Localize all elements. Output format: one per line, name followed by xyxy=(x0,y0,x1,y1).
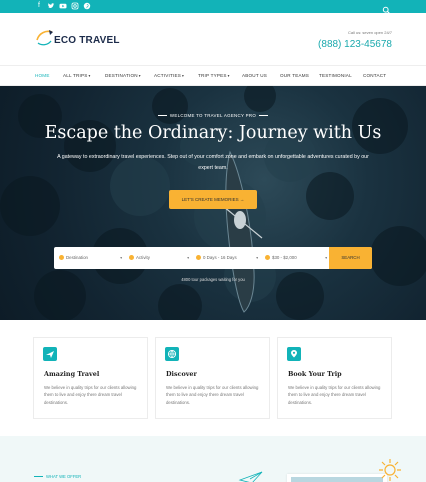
clock-icon xyxy=(196,255,201,261)
destination-select[interactable]: Destination ▾ xyxy=(59,247,122,269)
nav-label: All Trips xyxy=(63,73,88,78)
trip-search-bar: Destination ▾ Activity ▾ 0 Days - 16 Days ▾… xyxy=(54,247,372,269)
price-select[interactable]: $30 - $2,000 ▾ xyxy=(265,247,327,269)
nav-item-home[interactable]: Home xyxy=(35,73,50,78)
phone-number[interactable]: (888) 123-45678 xyxy=(318,39,392,50)
chevron-down-icon: ▾ xyxy=(120,256,122,260)
photo-frame-image xyxy=(287,474,387,482)
pinterest-icon[interactable] xyxy=(83,2,91,10)
feature-title: Discover xyxy=(166,370,197,378)
nav-label: Trip Types xyxy=(198,73,227,78)
packages-note: 4800 tour packages waiting for you xyxy=(181,277,245,282)
chevron-down-icon: ▾ xyxy=(138,74,141,78)
nav-label: Contact xyxy=(363,73,387,78)
hero-subtitle: A gateway to extraordinary travel experi… xyxy=(57,154,369,171)
hero-title: Escape the Ordinary: Journey with Us xyxy=(44,123,382,143)
price-value: $30 - $2,000 xyxy=(272,255,297,260)
divider xyxy=(259,115,269,117)
duration-select[interactable]: 0 Days - 16 Days ▾ xyxy=(196,247,258,269)
nav-item-testimonial[interactable]: Testimonial xyxy=(319,73,352,78)
section-eyebrow-text: What we offer xyxy=(46,474,82,479)
feature-description: We believe in quality trips for our clie… xyxy=(44,385,137,405)
nav-item-activities[interactable]: Activities▾ xyxy=(154,73,184,78)
offer-section: What we offer xyxy=(0,436,426,482)
section-eyebrow: What we offer xyxy=(34,474,81,479)
feature-card: Discover We believe in quality trips for… xyxy=(155,337,270,419)
nav-item-all-trips[interactable]: All Trips▾ xyxy=(63,73,91,78)
nav-label: Activities xyxy=(154,73,182,78)
nav-item-destination[interactable]: Destination▾ xyxy=(105,73,141,78)
activity-value: Activity xyxy=(136,255,150,260)
chevron-down-icon: ▾ xyxy=(182,74,185,78)
nav-label: Our Teams xyxy=(280,73,310,78)
hero-section: Welcome to Travel Agency Pro Escape the … xyxy=(0,86,426,320)
feature-title: Amazing Travel xyxy=(44,370,100,378)
hero-eyebrow: Welcome to Travel Agency Pro xyxy=(0,113,426,118)
sun-icon xyxy=(379,459,401,481)
globe-icon xyxy=(165,347,179,361)
twitter-icon[interactable] xyxy=(47,2,55,10)
logo[interactable]: ECO TRAVEL xyxy=(34,26,120,50)
facebook-icon[interactable]: f xyxy=(35,2,43,10)
social-links: f xyxy=(35,2,91,10)
call-label: Call us: seven open 24/7 xyxy=(347,30,392,35)
search-button[interactable]: Search xyxy=(329,247,372,269)
nav-item-about-us[interactable]: About Us xyxy=(242,73,267,78)
chevron-down-icon: ▾ xyxy=(227,74,230,78)
paper-plane-icon xyxy=(238,471,263,482)
nav-label: About Us xyxy=(242,73,267,78)
nav-item-our-teams[interactable]: Our Teams xyxy=(280,73,309,78)
features-section: Amazing Travel We believe in quality tri… xyxy=(0,320,426,436)
chevron-down-icon: ▾ xyxy=(325,256,327,260)
activity-icon xyxy=(129,255,134,261)
map-pin-icon xyxy=(59,255,64,261)
plane-icon xyxy=(43,347,57,361)
nav-label: Testimonial xyxy=(319,73,352,78)
search-icon[interactable] xyxy=(382,2,391,15)
feature-card: Amazing Travel We believe in quality tri… xyxy=(33,337,148,419)
create-memories-button[interactable]: Let's Create Memories → xyxy=(169,190,257,209)
site-header: ECO TRAVEL Call us: seven open 24/7 (888… xyxy=(0,13,426,65)
nav-label: Destination xyxy=(105,73,138,78)
price-icon xyxy=(265,255,270,261)
nav-item-contact[interactable]: Contact xyxy=(363,73,386,78)
hero-eyebrow-text: Welcome to Travel Agency Pro xyxy=(169,113,257,118)
top-bar: f xyxy=(0,0,426,15)
duration-value: 0 Days - 16 Days xyxy=(203,255,237,260)
divider xyxy=(157,115,167,117)
main-nav: Home All Trips▾ Destination▾ Activities▾… xyxy=(0,65,426,86)
nav-item-trip-types[interactable]: Trip Types▾ xyxy=(198,73,230,78)
instagram-icon[interactable] xyxy=(71,2,79,10)
chevron-down-icon: ▾ xyxy=(88,74,91,78)
logo-mark-icon xyxy=(36,30,53,46)
feature-description: We believe in quality trips for our clie… xyxy=(166,385,259,405)
youtube-icon[interactable] xyxy=(59,2,67,10)
feature-description: We believe in quality trips for our clie… xyxy=(288,385,381,405)
chevron-down-icon: ▾ xyxy=(187,256,189,260)
nav-label: Home xyxy=(35,73,50,78)
feature-title: Book Your Trip xyxy=(288,370,342,378)
divider xyxy=(34,476,43,478)
destination-value: Destination xyxy=(66,255,88,260)
map-pin-icon xyxy=(287,347,301,361)
feature-card: Book Your Trip We believe in quality tri… xyxy=(277,337,392,419)
chevron-down-icon: ▾ xyxy=(256,256,258,260)
activity-select[interactable]: Activity ▾ xyxy=(129,247,189,269)
logo-text: ECO TRAVEL xyxy=(54,35,120,46)
